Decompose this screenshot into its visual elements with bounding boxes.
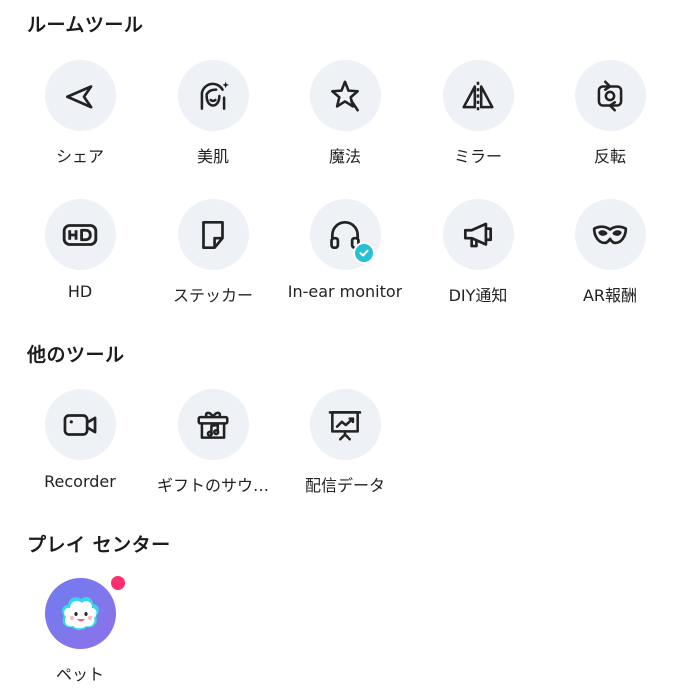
sticker-icon-circle [177, 199, 249, 270]
in-ear-monitor-label: In-ear monitor [287, 282, 403, 301]
flip-label: 反転 [593, 147, 626, 166]
notification-dot [108, 574, 127, 592]
ar-reward-icon-circle [574, 199, 646, 270]
ar-reward-label: AR報酬 [582, 286, 638, 305]
stream-data-button[interactable]: 配信データ [279, 389, 411, 496]
magic-star-icon [331, 79, 359, 112]
active-check-badge [352, 242, 375, 264]
pet-icon-circle [44, 574, 127, 649]
diy-notice-label: DIY通知 [448, 286, 508, 305]
flip-camera-icon [597, 79, 623, 112]
play-center-title: プレイ センター [27, 534, 171, 556]
chart-board-icon [328, 410, 362, 441]
sticker-icon [202, 220, 224, 249]
mirror-button[interactable]: ミラー [412, 60, 544, 167]
diy-notice-icon-circle [442, 199, 514, 270]
gift-music-icon [197, 411, 229, 439]
beauty-label: 美肌 [196, 147, 229, 166]
pet-button[interactable]: ペット [14, 574, 146, 685]
stream-data-icon-circle [309, 389, 381, 460]
stream-data-label: 配信データ [304, 476, 385, 495]
mirror-icon-circle [442, 60, 514, 131]
mirror-icon [462, 81, 494, 110]
share-icon [65, 84, 93, 108]
other-tools-title: 他のツール [27, 344, 125, 366]
flip-icon-circle [574, 60, 646, 131]
mirror-label: ミラー [453, 147, 502, 166]
diy-notice-button[interactable]: DIY通知 [412, 199, 544, 306]
recorder-button[interactable]: Recorder [14, 389, 146, 491]
magic-icon-circle [309, 60, 381, 131]
pet-label: ペット [55, 665, 104, 684]
sticker-label: ステッカー [172, 286, 253, 305]
flip-button[interactable]: 反転 [544, 60, 676, 167]
pet-icon [61, 596, 99, 630]
ar-reward-button[interactable]: AR報酬 [544, 199, 676, 306]
room-tools-title: ルームツール [27, 14, 144, 36]
share-button[interactable]: シェア [14, 60, 146, 167]
megaphone-icon [463, 222, 493, 247]
magic-label: 魔法 [328, 147, 361, 166]
magic-button[interactable]: 魔法 [279, 60, 411, 167]
video-camera-icon [63, 413, 97, 436]
in-ear-monitor-button[interactable]: In-ear monitor [279, 199, 411, 301]
sticker-button[interactable]: ステッカー [147, 199, 279, 306]
gift-sound-label: ギフトのサウ… [156, 476, 269, 495]
hd-button[interactable]: HD [14, 199, 146, 301]
recorder-icon-circle [44, 389, 116, 460]
mask-icon [592, 224, 628, 244]
in-ear-monitor-icon-circle [309, 199, 381, 270]
check-icon [359, 249, 368, 257]
hd-label: HD [67, 282, 93, 301]
beauty-face-icon [200, 81, 229, 110]
hd-icon-circle [44, 199, 116, 270]
beauty-icon-circle [177, 60, 249, 131]
share-label: シェア [55, 147, 104, 166]
beauty-button[interactable]: 美肌 [147, 60, 279, 167]
gift-sound-icon-circle [177, 389, 249, 460]
recorder-label: Recorder [44, 472, 116, 491]
gift-sound-button[interactable]: ギフトのサウ… [147, 389, 279, 496]
share-icon-circle [44, 60, 116, 131]
hd-icon [62, 223, 98, 246]
